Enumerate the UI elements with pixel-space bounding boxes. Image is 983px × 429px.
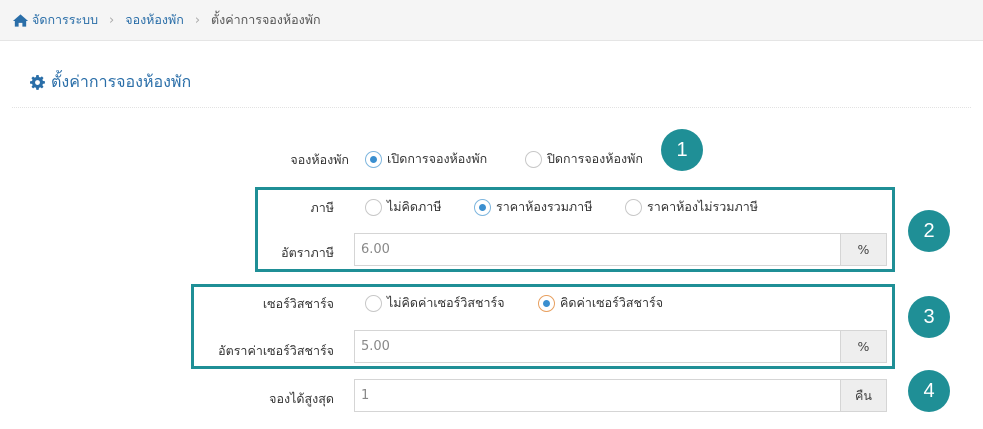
- breadcrumb-separator: ›: [194, 12, 201, 28]
- radio-circle[interactable]: [474, 198, 491, 216]
- radio-circle[interactable]: [365, 150, 382, 168]
- radio-label: ราคาห้องไม่รวมภาษี: [647, 199, 758, 214]
- radio-circle[interactable]: [365, 294, 382, 312]
- tax-rate-label: อัตราภาษี: [281, 245, 334, 260]
- radio-label: คิดค่าเซอร์วิสชาร์จ: [560, 295, 664, 310]
- radio-tax-none[interactable]: ไม่คิดภาษี: [365, 197, 442, 217]
- radio-label: เปิดการจองห้องพัก: [387, 151, 488, 166]
- radio-circle[interactable]: [365, 198, 382, 216]
- max-booking-label: จองได้สูงสุด: [269, 391, 334, 406]
- radio-service-charge-none[interactable]: ไม่คิดค่าเซอร์วิสชาร์จ: [365, 293, 505, 313]
- service-charge-rate-label: อัตราค่าเซอร์วิสชาร์จ: [218, 343, 334, 358]
- tax-rate-input[interactable]: 6.00: [354, 233, 840, 266]
- radio-label: ไม่คิดค่าเซอร์วิสชาร์จ: [387, 295, 505, 310]
- title-divider: [12, 107, 971, 108]
- gear-icon: [30, 75, 45, 90]
- tax-label: ภาษี: [310, 200, 335, 215]
- step-badge-1: 1: [661, 129, 703, 171]
- radio-label: ปิดการจองห้องพัก: [547, 151, 643, 166]
- max-booking-input[interactable]: 1: [354, 379, 840, 412]
- booking-label: จองห้องพัก: [290, 152, 349, 167]
- max-booking-unit: คืน: [840, 379, 887, 412]
- step-badge-3: 3: [908, 296, 950, 338]
- tax-rate-input-group: 6.00 %: [354, 233, 887, 266]
- radio-circle[interactable]: [625, 198, 642, 216]
- radio-booking-closed[interactable]: ปิดการจองห้องพัก: [525, 149, 643, 169]
- service-charge-rate-input-group: 5.00 %: [354, 330, 887, 363]
- radio-label: ราคาห้องรวมภาษี: [496, 199, 593, 214]
- max-booking-input-group: 1 คืน: [354, 379, 887, 412]
- page-title-text: ตั้งค่าการจองห้องพัก: [51, 72, 192, 91]
- breadcrumb-separator: ›: [109, 12, 115, 28]
- page-title: ตั้งค่าการจองห้องพัก: [30, 70, 191, 95]
- radio-service-charge-enabled[interactable]: คิดค่าเซอร์วิสชาร์จ: [538, 293, 663, 313]
- radio-tax-excluded[interactable]: ราคาห้องไม่รวมภาษี: [625, 197, 758, 217]
- breadcrumb: จัดการระบบ › จองห้องพัก › ตั้งค่าการจองห…: [0, 0, 983, 41]
- radio-booking-open[interactable]: เปิดการจองห้องพัก: [365, 149, 487, 169]
- tax-rate-unit: %: [840, 233, 887, 266]
- service-charge-label: เซอร์วิสชาร์จ: [262, 296, 334, 311]
- breadcrumb-current: ตั้งค่าการจองห้องพัก: [211, 12, 321, 27]
- radio-circle[interactable]: [538, 294, 555, 312]
- radio-label: ไม่คิดภาษี: [387, 199, 442, 214]
- service-charge-rate-unit: %: [840, 330, 887, 363]
- breadcrumb-link-booking[interactable]: จองห้องพัก: [125, 10, 184, 30]
- step-badge-2: 2: [908, 210, 950, 252]
- home-icon: [12, 13, 29, 27]
- step-badge-4: 4: [908, 370, 950, 412]
- radio-tax-included[interactable]: ราคาห้องรวมภาษี: [474, 197, 592, 217]
- breadcrumb-link-system[interactable]: จัดการระบบ: [32, 10, 98, 30]
- radio-circle[interactable]: [525, 150, 542, 168]
- service-charge-rate-input[interactable]: 5.00: [354, 330, 840, 363]
